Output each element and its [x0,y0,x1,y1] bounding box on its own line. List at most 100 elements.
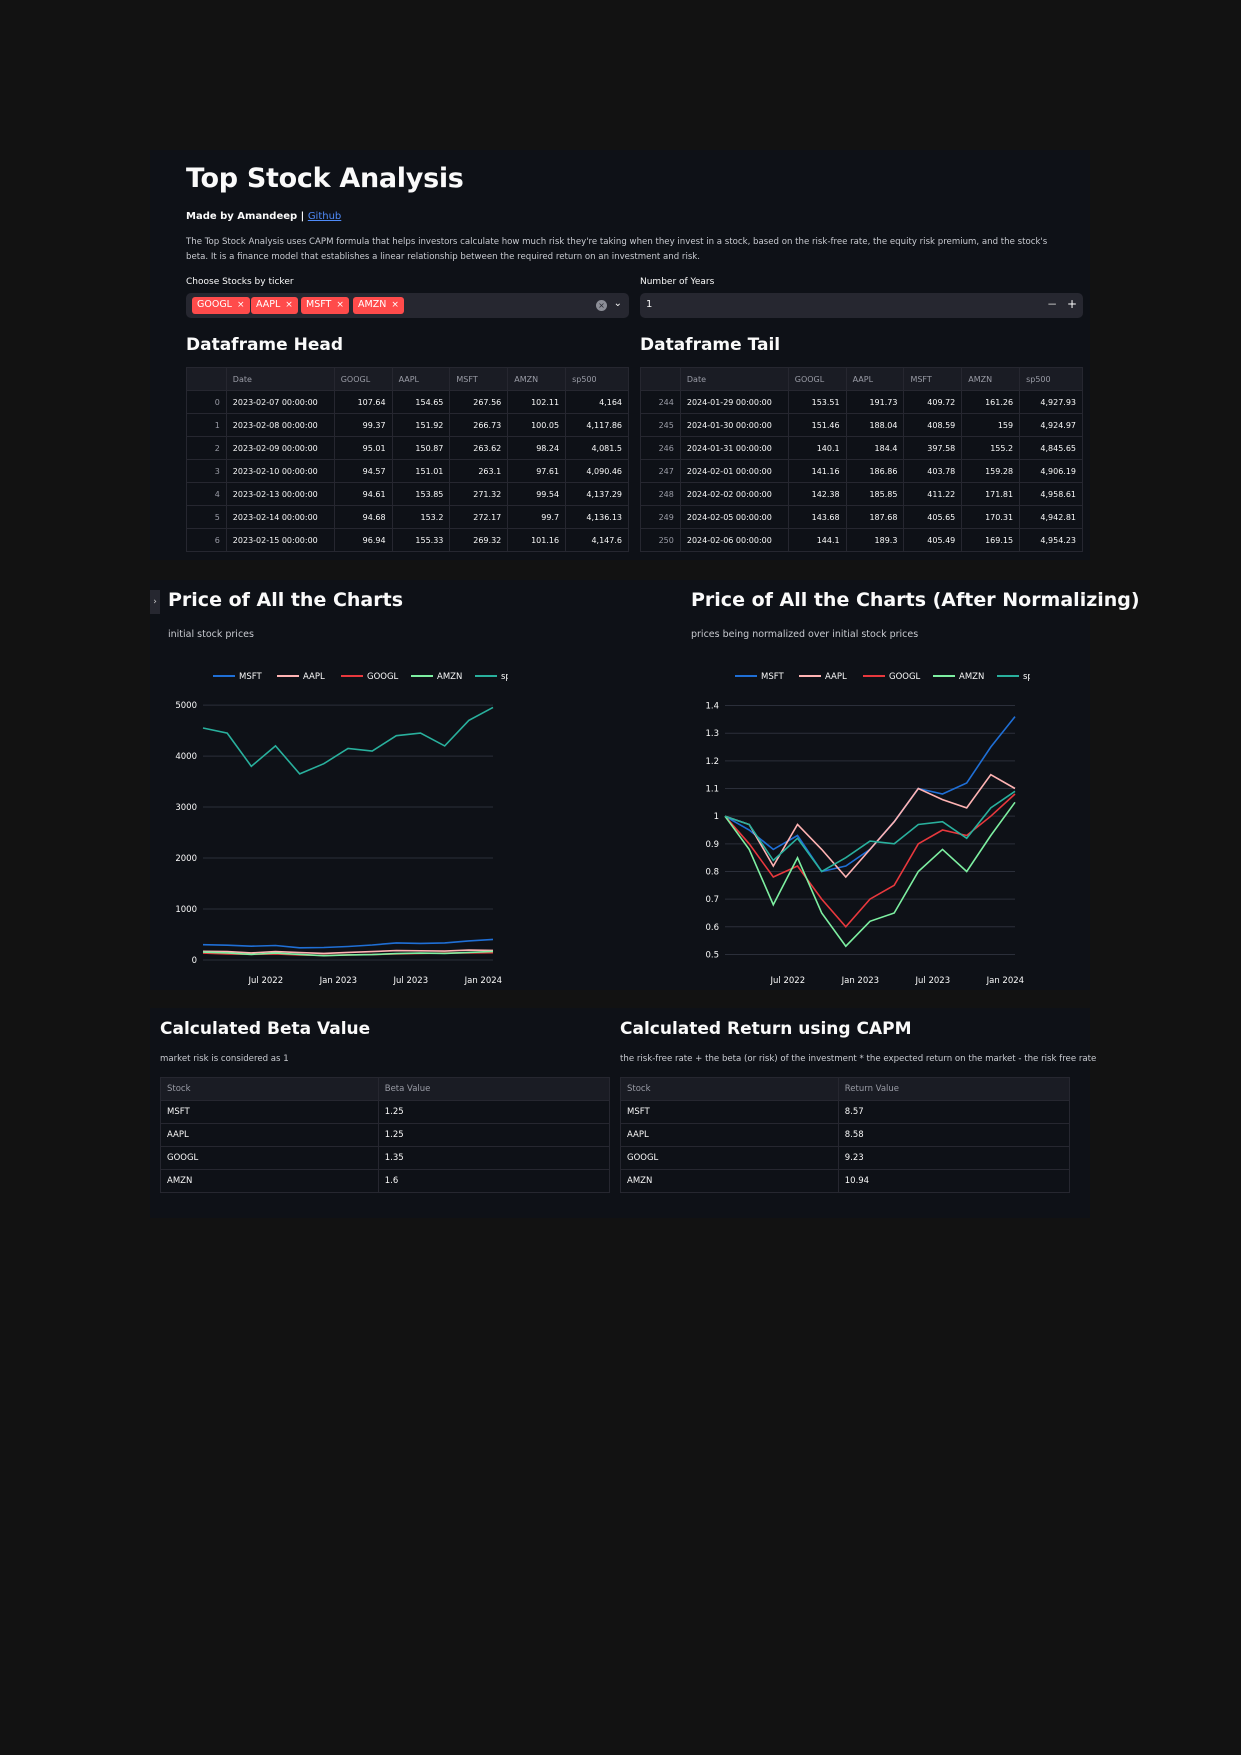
column-header[interactable]: GOOGL [787,367,847,391]
table-cell[interactable]: 99.54 [507,482,567,506]
table-cell[interactable]: 188.04 [845,413,905,437]
legend-label[interactable]: MSFT [239,672,262,682]
df-head-table[interactable]: Date GOOGL AAPL MSFT AMZN sp500 0 2023-02-07 00… [186,367,629,552]
minus-icon[interactable]: − [1047,297,1057,311]
table-cell[interactable]: 102.11 [507,390,567,414]
stocks-multiselect[interactable]: GOOGL × AAPL × MSFT × AMZN × × ⌄ [186,293,629,318]
table-cell[interactable]: 403.78 [903,459,963,483]
column-header[interactable]: sp500 [1019,367,1083,391]
table-row[interactable]: 247 2024-02-01 00:00:00 141.16 186.86 403.78… [640,459,1083,483]
table-row[interactable]: 246 2024-01-31 00:00:00 140.1 184.4 397.58 15… [640,436,1083,460]
table-row[interactable]: 248 2024-02-02 00:00:00 142.38 185.85 411.22… [640,482,1083,506]
table-cell[interactable]: 2023-02-15 00:00:00 [225,528,335,552]
normalized-price-chart[interactable]: 0.5 0.6 0.7 0.8 0.9 1 1.1 1.2 1.3 1.4 Jul 2022 Jan … [690,660,1030,990]
table-cell[interactable]: 271.32 [449,482,509,506]
chip-googl[interactable]: GOOGL × [192,297,250,314]
table-cell[interactable]: 9.23 [837,1146,1071,1170]
table-cell[interactable]: 95.01 [333,436,393,460]
table-cell[interactable]: 99.37 [333,413,393,437]
table-cell[interactable]: 2024-01-30 00:00:00 [679,413,789,437]
table-row[interactable]: 5 2023-02-14 00:00:00 94.68 153.2 272.17 99.7… [186,505,629,529]
table-cell[interactable]: 185.85 [845,482,905,506]
table-cell[interactable]: GOOGL [620,1146,839,1170]
table-row[interactable]: AAPL 8.58 [620,1123,1071,1147]
table-cell[interactable]: 189.3 [845,528,905,552]
table-cell[interactable]: 144.1 [787,528,847,552]
table-cell[interactable]: 4,137.29 [565,482,629,506]
table-cell[interactable]: 4,942.81 [1019,505,1083,529]
table-cell[interactable]: 4,845.65 [1019,436,1083,460]
legend-label[interactable]: AMZN [437,672,462,682]
table-cell[interactable]: 249 [640,505,681,529]
table-cell[interactable]: 405.49 [903,528,963,552]
price-chart[interactable]: 0 1000 2000 3000 4000 5000 Jul 2022 Jan 2023 Jul… [168,660,508,990]
series-line-aapl[interactable] [724,773,1016,879]
df-tail-table[interactable]: Date GOOGL AAPL MSFT AMZN sp500 244 2024-01-29 … [640,367,1083,552]
chevron-down-icon[interactable]: ⌄ [614,298,622,309]
legend-label[interactable]: AAPL [303,672,325,682]
column-header[interactable]: GOOGL [333,367,393,391]
table-cell[interactable]: 2023-02-07 00:00:00 [225,390,335,414]
remove-icon[interactable]: × [336,300,344,310]
table-cell[interactable]: 245 [640,413,681,437]
table-cell[interactable]: 94.61 [333,482,393,506]
table-row[interactable]: 244 2024-01-29 00:00:00 153.51 191.73 409.72… [640,390,1083,414]
table-cell[interactable]: 99.7 [507,505,567,529]
legend-label[interactable]: GOOGL [889,672,921,682]
column-header[interactable]: AAPL [391,367,451,391]
table-cell[interactable]: 96.94 [333,528,393,552]
legend-label[interactable]: AAPL [825,672,847,682]
table-cell[interactable]: 397.58 [903,436,963,460]
table-cell[interactable]: 263.1 [449,459,509,483]
column-header[interactable]: Stock [160,1077,379,1101]
years-value[interactable]: 1 [646,299,652,310]
table-row[interactable]: GOOGL 9.23 [620,1146,1071,1170]
table-row[interactable]: 3 2023-02-10 00:00:00 94.57 151.01 263.1 97.6… [186,459,629,483]
plus-icon[interactable]: + [1067,297,1077,311]
table-cell[interactable]: 187.68 [845,505,905,529]
legend-label[interactable]: sp500 [501,672,508,682]
table-cell[interactable]: 411.22 [903,482,963,506]
table-cell[interactable]: 151.46 [787,413,847,437]
table-cell[interactable]: 2024-02-01 00:00:00 [679,459,789,483]
table-cell[interactable]: 247 [640,459,681,483]
table-cell[interactable]: 4 [186,482,227,506]
table-cell[interactable]: 5 [186,505,227,529]
table-cell[interactable]: 8.57 [837,1100,1071,1124]
table-cell[interactable]: 263.62 [449,436,509,460]
table-cell[interactable]: 150.87 [391,436,451,460]
table-cell[interactable]: 1 [186,413,227,437]
table-cell[interactable]: 153.2 [391,505,451,529]
table-cell[interactable]: 4,117.86 [565,413,629,437]
table-cell[interactable]: 2023-02-10 00:00:00 [225,459,335,483]
table-cell[interactable]: 4,090.46 [565,459,629,483]
table-cell[interactable]: 2023-02-14 00:00:00 [225,505,335,529]
legend-label[interactable]: sp500 [1023,672,1030,682]
table-cell[interactable]: 186.86 [845,459,905,483]
series-line-sp500[interactable] [202,706,494,775]
table-cell[interactable]: 4,164 [565,390,629,414]
table-cell[interactable]: AAPL [160,1123,379,1147]
chip-msft[interactable]: MSFT × [301,297,349,314]
table-cell[interactable]: 2024-01-29 00:00:00 [679,390,789,414]
column-header[interactable] [640,367,681,391]
table-row[interactable]: 0 2023-02-07 00:00:00 107.64 154.65 267.56 10… [186,390,629,414]
column-header[interactable]: MSFT [903,367,963,391]
table-cell[interactable]: 405.65 [903,505,963,529]
column-header[interactable]: Stock [620,1077,839,1101]
table-cell[interactable]: 266.73 [449,413,509,437]
table-cell[interactable]: 1.6 [377,1169,611,1193]
table-cell[interactable]: 169.15 [961,528,1021,552]
column-header[interactable]: MSFT [449,367,509,391]
table-cell[interactable]: 1.35 [377,1146,611,1170]
table-cell[interactable]: 4,081.5 [565,436,629,460]
table-cell[interactable]: 408.59 [903,413,963,437]
table-cell[interactable]: 155.2 [961,436,1021,460]
table-cell[interactable]: MSFT [620,1100,839,1124]
table-cell[interactable]: 4,924.97 [1019,413,1083,437]
capm-table[interactable]: Stock Return Value MSFT 8.57 AAPL 8.58 GOOGL 9.… [620,1077,1071,1193]
legend-label[interactable]: MSFT [761,672,784,682]
table-cell[interactable]: 272.17 [449,505,509,529]
column-header[interactable]: AMZN [507,367,567,391]
table-cell[interactable]: 267.56 [449,390,509,414]
